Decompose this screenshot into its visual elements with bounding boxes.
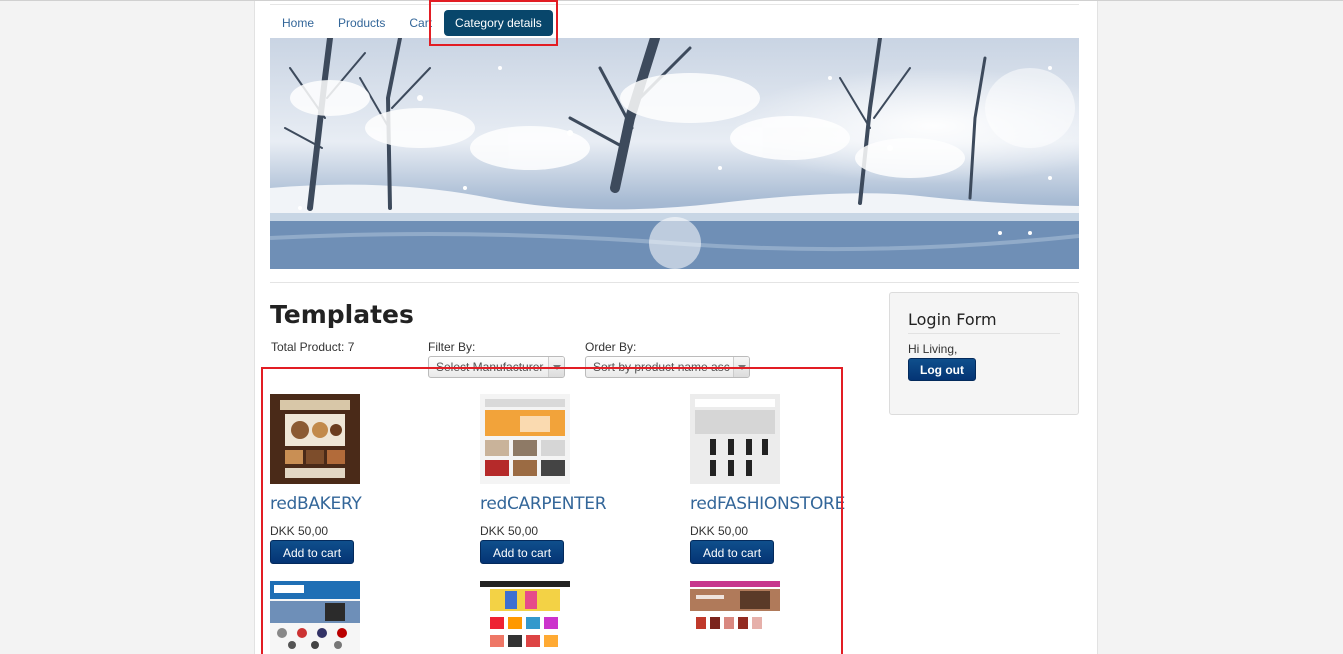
product-name-link[interactable]: redFASHIONSTORE <box>690 494 890 514</box>
gadgets-thumbnail[interactable] <box>270 581 360 654</box>
product-card: redCARPENTER DKK 50,00 Add to cart <box>480 394 680 564</box>
order-by-value: Sort by product name asc <box>593 360 730 374</box>
product-name-link[interactable]: redBAKERY <box>270 494 470 514</box>
content-divider <box>270 282 1079 283</box>
fashion-shoes-thumbnail[interactable] <box>690 581 780 654</box>
nav-category-details[interactable]: Category details <box>444 10 553 36</box>
add-to-cart-button[interactable]: Add to cart <box>480 540 565 564</box>
nav-divider <box>270 4 1079 5</box>
order-label: Order By: <box>585 340 637 354</box>
product-name-link[interactable]: redCARPENTER <box>480 494 680 514</box>
nav-cart[interactable]: Cart <box>397 10 434 36</box>
product-card <box>270 581 470 654</box>
fashionstore-thumbnail[interactable] <box>690 394 780 484</box>
main-nav: Home Products Cart Category details <box>270 10 553 36</box>
bakery-thumbnail[interactable] <box>270 394 360 484</box>
logout-button[interactable]: Log out <box>908 358 976 381</box>
product-card: redBAKERY DKK 50,00 Add to cart <box>270 394 470 564</box>
order-by-select[interactable]: Sort by product name asc <box>585 356 750 378</box>
product-price: DKK 50,00 <box>480 524 539 538</box>
add-to-cart-button[interactable]: Add to cart <box>690 540 775 564</box>
login-form-title: Login Form <box>908 310 997 329</box>
login-divider <box>908 333 1060 334</box>
chevron-down-icon <box>733 357 749 377</box>
add-to-cart-button[interactable]: Add to cart <box>270 540 355 564</box>
category-title: Templates <box>270 300 414 329</box>
chevron-down-icon <box>548 357 564 377</box>
manufacturer-filter-value: Select Manufacturer <box>436 360 544 374</box>
winter-banner-image <box>270 38 1079 269</box>
product-card <box>690 581 890 654</box>
product-price: DKK 50,00 <box>690 524 749 538</box>
total-products: Total Product: 7 <box>271 340 355 354</box>
manufacturer-filter-select[interactable]: Select Manufacturer <box>428 356 565 378</box>
filter-label: Filter By: <box>428 340 476 354</box>
product-card <box>480 581 680 654</box>
toys-thumbnail[interactable] <box>480 581 570 654</box>
login-form-panel: Login Form Hi Living, Log out <box>889 292 1079 415</box>
nav-products[interactable]: Products <box>326 10 397 36</box>
product-price: DKK 50,00 <box>270 524 329 538</box>
greeting-text: Hi Living, <box>908 342 958 356</box>
carpenter-thumbnail[interactable] <box>480 394 570 484</box>
product-card: redFASHIONSTORE DKK 50,00 Add to cart <box>690 394 890 564</box>
nav-home[interactable]: Home <box>270 10 326 36</box>
